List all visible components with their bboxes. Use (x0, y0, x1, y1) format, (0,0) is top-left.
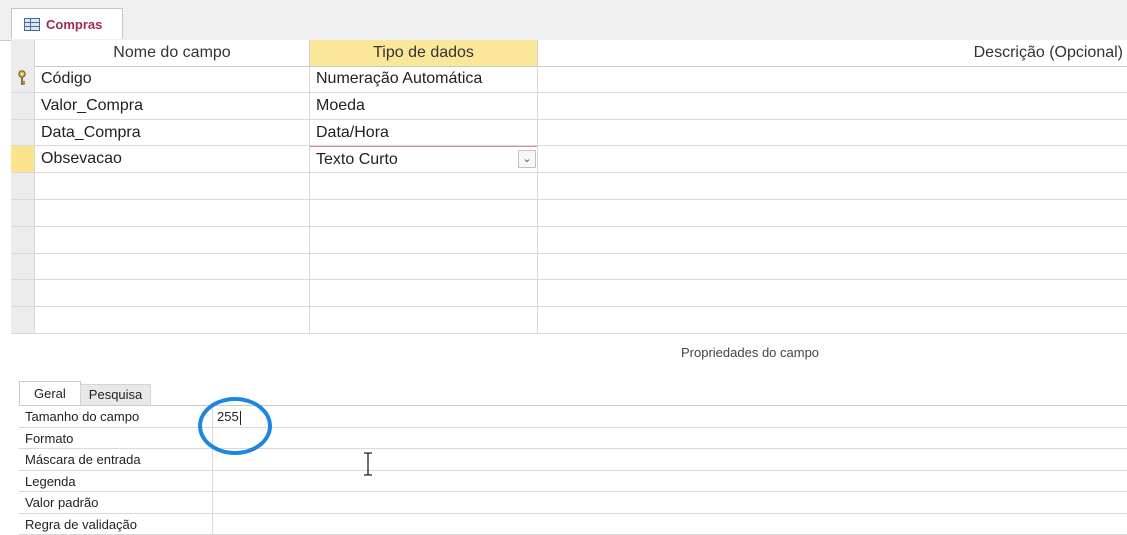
field-properties-sheet: Tamanho do campo 255 Formato Máscara de … (19, 405, 1127, 535)
description-cell[interactable] (538, 173, 1127, 199)
field-name-cell[interactable] (35, 173, 310, 199)
property-label: Formato (19, 428, 213, 449)
description-cell[interactable] (538, 280, 1127, 306)
select-all-corner[interactable] (11, 40, 35, 66)
field-name-cell[interactable] (35, 280, 310, 306)
table-row-empty[interactable] (11, 173, 1127, 200)
header-description[interactable]: Descrição (Opcional) (538, 40, 1127, 66)
input-mask-input[interactable] (213, 449, 1127, 470)
property-label: Regra de validação (19, 514, 213, 535)
table-design-grid: Nome do campo Tipo de dados Descrição (O… (11, 40, 1127, 342)
field-size-input[interactable]: 255 (213, 406, 1127, 427)
data-type-combobox-value: Texto Curto (316, 147, 398, 172)
field-name-cell[interactable]: Valor_Compra (35, 93, 310, 119)
property-label: Valor padrão (19, 492, 213, 513)
grid-header: Nome do campo Tipo de dados Descrição (O… (11, 40, 1127, 67)
row-selector[interactable] (11, 120, 35, 146)
document-tab-strip: Compras (0, 0, 1127, 41)
field-properties-title: Propriedades do campo (681, 345, 819, 360)
primary-key-icon (17, 70, 27, 86)
default-value-input[interactable] (213, 492, 1127, 513)
header-field-name[interactable]: Nome do campo (35, 40, 310, 66)
field-name-cell[interactable]: Data_Compra (35, 120, 310, 146)
property-label: Legenda (19, 471, 213, 492)
row-selector[interactable] (11, 200, 35, 226)
table-row-empty[interactable] (11, 280, 1127, 307)
data-type-cell[interactable] (310, 254, 538, 280)
grid-rows: Código Numeração Automática Valor_Compra… (11, 66, 1127, 334)
table-row-empty[interactable] (11, 307, 1127, 334)
caption-input[interactable] (213, 471, 1127, 492)
field-name-cell[interactable] (35, 254, 310, 280)
field-name-cell[interactable] (35, 200, 310, 226)
table-icon (24, 18, 40, 31)
field-name-cell[interactable]: Obsevacao (35, 146, 310, 172)
properties-tabs: Geral Pesquisa (19, 381, 151, 405)
data-type-cell[interactable]: Numeração Automática (310, 66, 538, 92)
field-name-cell[interactable]: Código (35, 66, 310, 92)
chevron-down-icon[interactable]: ⌄ (518, 150, 536, 168)
row-selector[interactable] (11, 66, 35, 92)
field-name-cell[interactable] (35, 227, 310, 253)
data-type-cell[interactable]: Moeda (310, 93, 538, 119)
annotation-circle (198, 397, 272, 455)
property-row[interactable]: Tamanho do campo 255 (19, 406, 1127, 428)
data-type-combobox[interactable]: Texto Curto ⌄ (310, 146, 538, 172)
table-row[interactable]: Valor_Compra Moeda (11, 93, 1127, 120)
table-row[interactable]: Data_Compra Data/Hora (11, 120, 1127, 147)
document-tab-compras[interactable]: Compras (11, 8, 123, 39)
row-selector[interactable] (11, 307, 35, 333)
tab-pesquisa[interactable]: Pesquisa (80, 384, 151, 405)
table-row[interactable]: Código Numeração Automática (11, 66, 1127, 93)
data-type-cell[interactable] (310, 280, 538, 306)
row-selector-current[interactable] (11, 146, 35, 172)
row-selector[interactable] (11, 254, 35, 280)
description-cell[interactable] (538, 227, 1127, 253)
document-tab-label: Compras (46, 17, 102, 32)
description-cell[interactable] (538, 200, 1127, 226)
row-selector[interactable] (11, 173, 35, 199)
data-type-cell[interactable] (310, 173, 538, 199)
tab-geral[interactable]: Geral (19, 381, 81, 405)
description-cell[interactable] (538, 93, 1127, 119)
row-selector[interactable] (11, 280, 35, 306)
description-cell[interactable] (538, 146, 1127, 172)
validation-rule-input[interactable] (213, 514, 1127, 535)
table-row-empty[interactable] (11, 254, 1127, 281)
data-type-cell[interactable]: Data/Hora (310, 120, 538, 146)
description-cell[interactable] (538, 254, 1127, 280)
data-type-cell[interactable]: Texto Curto ⌄ (310, 146, 538, 172)
property-row[interactable]: Máscara de entrada (19, 449, 1127, 471)
table-row-empty[interactable] (11, 227, 1127, 254)
header-data-type[interactable]: Tipo de dados (310, 40, 538, 66)
text-cursor-icon (361, 452, 375, 476)
format-input[interactable] (213, 428, 1127, 449)
property-row[interactable]: Formato (19, 428, 1127, 450)
field-name-cell[interactable] (35, 307, 310, 333)
property-row[interactable]: Legenda (19, 471, 1127, 493)
table-row-empty[interactable] (11, 200, 1127, 227)
property-label: Máscara de entrada (19, 449, 213, 470)
property-row[interactable]: Regra de validação (19, 514, 1127, 535)
data-type-cell[interactable] (310, 200, 538, 226)
data-type-cell[interactable] (310, 307, 538, 333)
property-row[interactable]: Valor padrão (19, 492, 1127, 514)
description-cell[interactable] (538, 307, 1127, 333)
row-selector[interactable] (11, 227, 35, 253)
property-label: Tamanho do campo (19, 406, 213, 427)
description-cell[interactable] (538, 66, 1127, 92)
data-type-cell[interactable] (310, 227, 538, 253)
table-row-current[interactable]: Obsevacao Texto Curto ⌄ (11, 146, 1127, 173)
description-cell[interactable] (538, 120, 1127, 146)
row-selector[interactable] (11, 93, 35, 119)
